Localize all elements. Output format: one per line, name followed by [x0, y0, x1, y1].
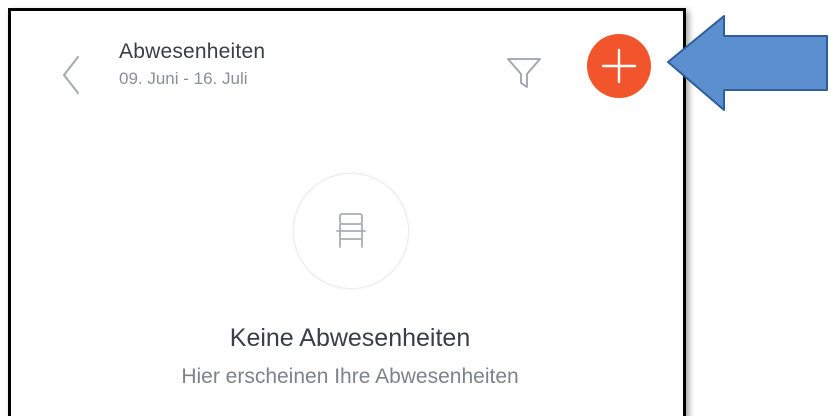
filter-icon — [507, 58, 541, 88]
chevron-left-icon — [62, 55, 80, 95]
empty-state-icon-circle — [293, 173, 409, 289]
arrow-left-icon — [667, 15, 828, 111]
empty-state-subtitle: Hier erscheinen Ihre Abwesenheiten — [181, 365, 519, 388]
chair-icon — [336, 213, 366, 248]
plus-icon — [601, 48, 637, 84]
app-screen: Abwesenheiten 09. Juni - 16. Juli Keine … — [8, 8, 686, 416]
header-title-block: Abwesenheiten 09. Juni - 16. Juli — [119, 39, 265, 91]
add-absence-button[interactable] — [587, 34, 651, 98]
page-title: Abwesenheiten — [119, 40, 266, 63]
filter-button[interactable] — [504, 53, 544, 93]
screenshot-canvas: Abwesenheiten 09. Juni - 16. Juli Keine … — [0, 0, 831, 416]
empty-state-title: Keine Abwesenheiten — [229, 324, 471, 352]
date-range: 09. Juni - 16. Juli — [119, 69, 248, 88]
back-button[interactable] — [56, 53, 86, 97]
